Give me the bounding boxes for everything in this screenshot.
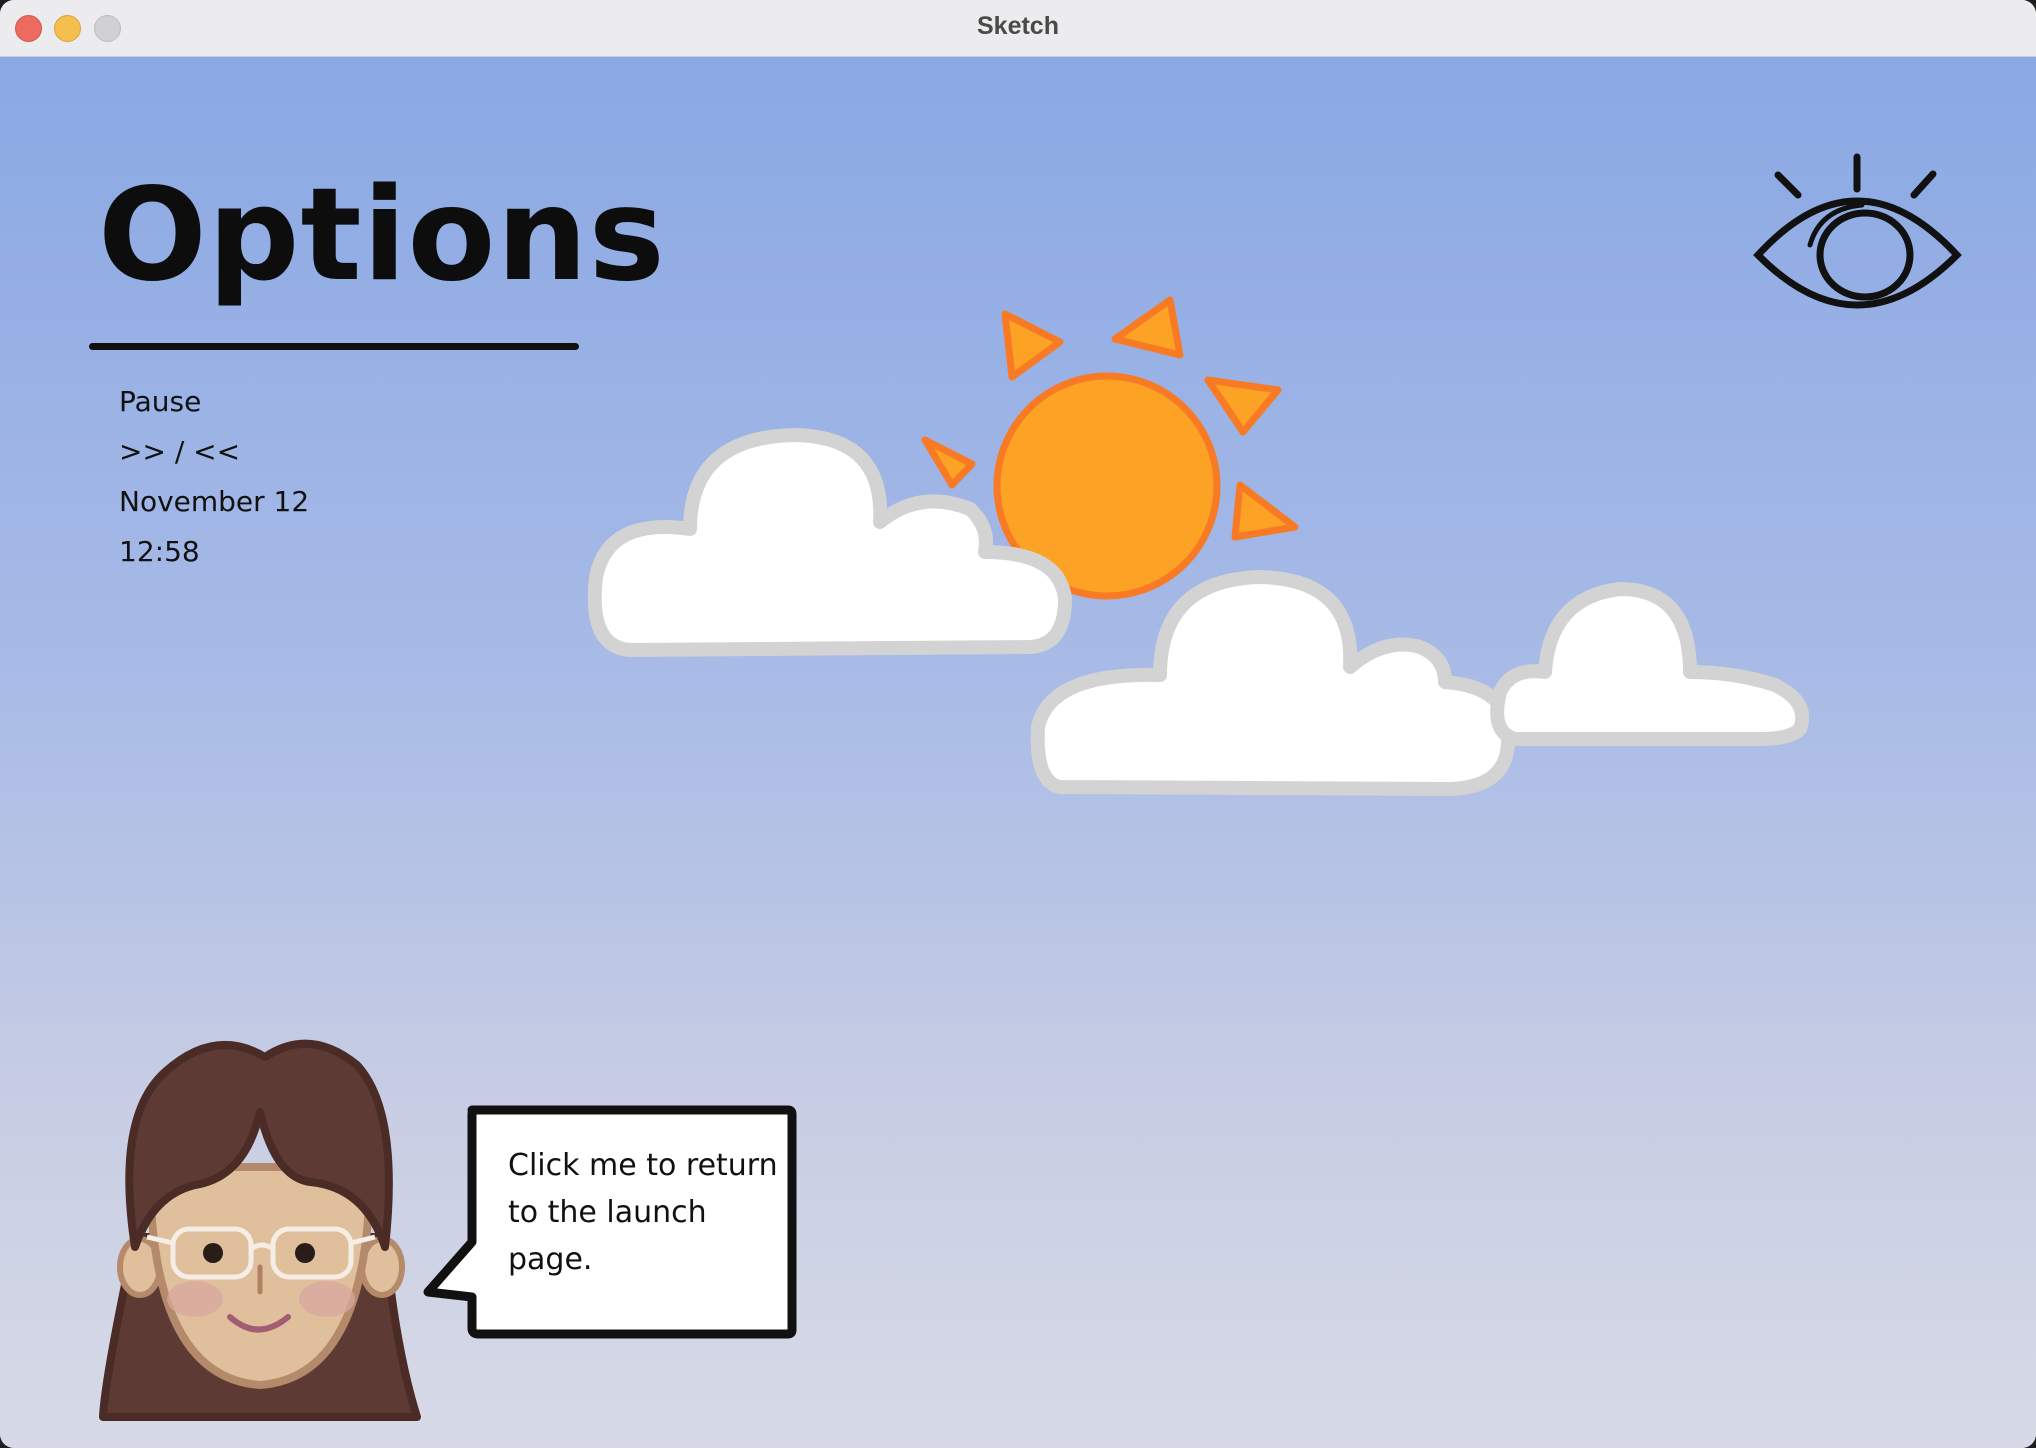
menu-item-time[interactable]: 12:58 bbox=[119, 527, 309, 577]
title-bar[interactable]: Sketch bbox=[0, 0, 2036, 57]
cloud-middle bbox=[1030, 570, 1516, 796]
menu-item-pause[interactable]: Pause bbox=[119, 377, 309, 427]
menu-item-date[interactable]: November 12 bbox=[119, 477, 309, 527]
cloud-left bbox=[587, 428, 1072, 657]
sketch-canvas: Options Pause >> / << November 12 12:58 bbox=[0, 57, 2036, 1448]
cloud-right bbox=[1490, 582, 1810, 746]
window-title: Sketch bbox=[977, 12, 1059, 40]
app-window: Sketch Options Pause >> / << November 12… bbox=[0, 0, 2036, 1448]
options-menu: Pause >> / << November 12 12:58 bbox=[119, 377, 309, 577]
avatar[interactable] bbox=[95, 1017, 425, 1437]
speech-bubble-text: Click me to return to the launch page. bbox=[508, 1148, 778, 1277]
title-underline bbox=[89, 343, 579, 350]
weather-illustration bbox=[587, 296, 1810, 796]
menu-item-speed[interactable]: >> / << bbox=[119, 427, 309, 477]
